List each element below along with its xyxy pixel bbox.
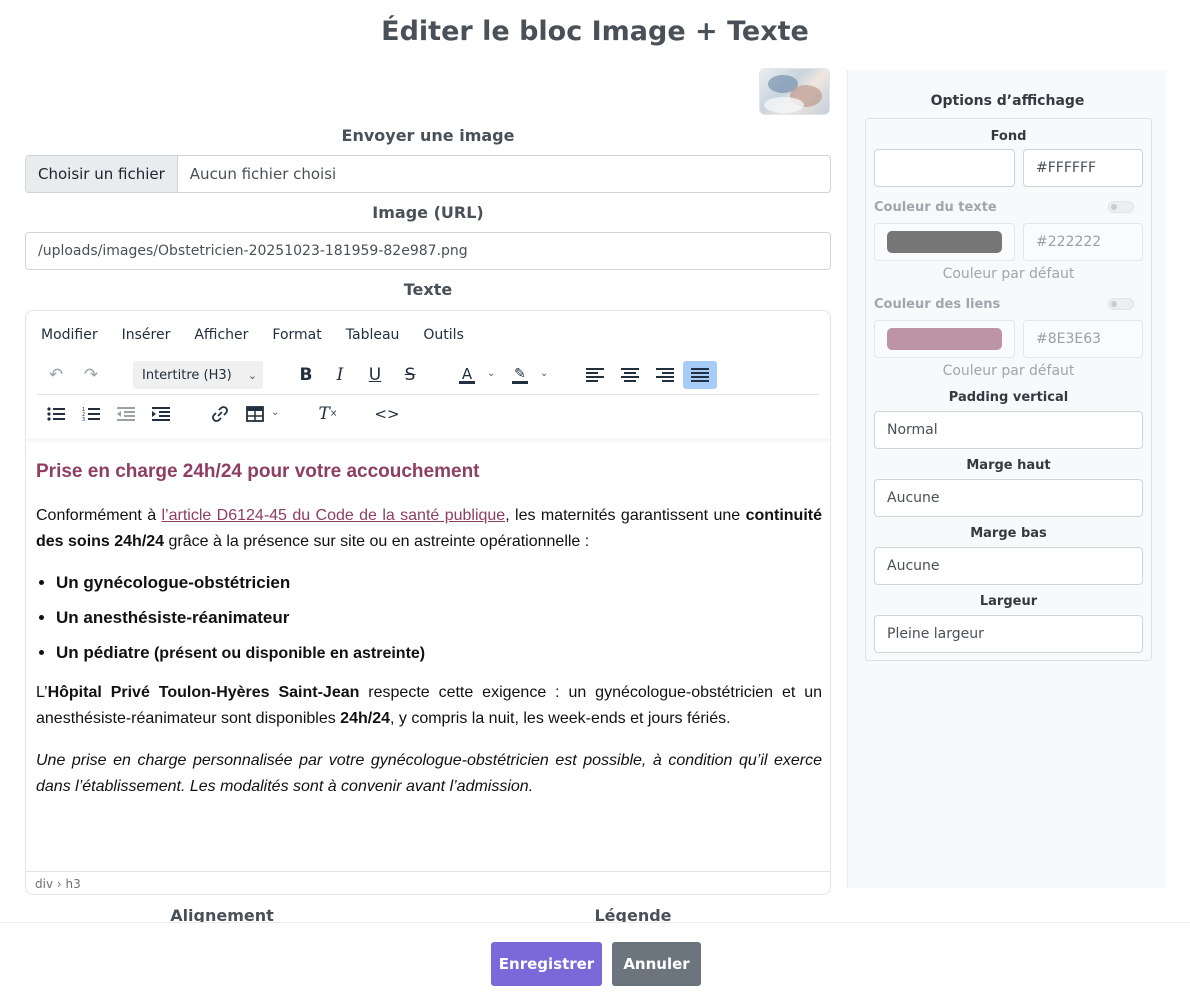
editor-statusbar[interactable]: div › h3 bbox=[26, 871, 830, 894]
text-color-label: Couleur du texte bbox=[874, 200, 997, 215]
text-color-toggle[interactable] bbox=[1108, 201, 1134, 213]
file-input[interactable]: Choisir un fichier Aucun fichier choisi bbox=[25, 155, 831, 193]
list-item: Un gynécologue-obstétricien bbox=[56, 571, 822, 595]
width-select[interactable]: Pleine largeur bbox=[874, 615, 1143, 653]
display-options-panel: Options d’affichage Fond #FFFFFF Couleur… bbox=[847, 70, 1166, 888]
highlight-chevron-icon[interactable]: ⌄ bbox=[540, 368, 548, 379]
bold-icon[interactable]: B bbox=[289, 361, 323, 389]
link-icon[interactable] bbox=[203, 400, 237, 428]
strikethrough-icon[interactable]: S bbox=[393, 361, 427, 389]
block-format-select[interactable]: Intertitre (H3) ⌄ bbox=[133, 361, 263, 389]
link-color-hint: Couleur par défaut bbox=[942, 363, 1075, 379]
align-right-icon[interactable] bbox=[648, 361, 682, 389]
link-color-label: Couleur des liens bbox=[874, 297, 1001, 312]
margin-bottom-label: Marge bas bbox=[970, 526, 1047, 541]
modal-footer: Enregistrer Annuler bbox=[0, 922, 1190, 995]
margin-top-label: Marge haut bbox=[966, 458, 1051, 473]
editor-toolbar: Modifier Insérer Afficher Format Tableau… bbox=[26, 311, 830, 439]
align-left-icon[interactable] bbox=[578, 361, 612, 389]
content-paragraph-3: Une prise en charge personnalisée par vo… bbox=[36, 752, 822, 795]
options-title: Options d’affichage bbox=[930, 93, 1085, 109]
editor-content[interactable]: Prise en charge 24h/24 pour votre accouc… bbox=[36, 451, 822, 816]
text-color-swatch bbox=[887, 231, 1002, 253]
content-heading: Prise en charge 24h/24 pour votre accouc… bbox=[36, 461, 480, 482]
underline-icon[interactable]: U bbox=[358, 361, 392, 389]
text-color-hex-input[interactable]: #222222 bbox=[1023, 223, 1143, 261]
upload-label: Envoyer une image bbox=[341, 126, 515, 145]
padding-select[interactable]: Normal bbox=[874, 411, 1143, 449]
outdent-icon[interactable] bbox=[109, 400, 143, 428]
bullet-list-icon[interactable] bbox=[39, 400, 73, 428]
text-color-hint: Couleur par défaut bbox=[942, 266, 1075, 282]
numbered-list-icon[interactable]: 123 bbox=[74, 400, 108, 428]
text-color-chevron-icon[interactable]: ⌄ bbox=[487, 368, 495, 379]
cancel-button[interactable]: Annuler bbox=[612, 942, 701, 986]
image-url-label: Image (URL) bbox=[372, 203, 484, 222]
options-box: Fond #FFFFFF Couleur du texte #222222 Co… bbox=[865, 118, 1152, 661]
background-hex-input[interactable]: #FFFFFF bbox=[1023, 149, 1143, 187]
menu-outils[interactable]: Outils bbox=[419, 327, 467, 343]
rich-text-editor[interactable]: Modifier Insérer Afficher Format Tableau… bbox=[25, 310, 831, 895]
menu-afficher[interactable]: Afficher bbox=[190, 327, 252, 343]
link-color-swatch bbox=[887, 328, 1002, 350]
redo-icon[interactable]: ↷ bbox=[74, 361, 108, 389]
modal-title: Éditer le bloc Image + Texte bbox=[381, 16, 809, 47]
text-color-icon[interactable]: A bbox=[450, 361, 484, 389]
menu-modifier[interactable]: Modifier bbox=[37, 327, 102, 343]
menu-tableau[interactable]: Tableau bbox=[342, 327, 404, 343]
choose-file-button[interactable]: Choisir un fichier bbox=[26, 156, 178, 192]
undo-icon[interactable]: ↶ bbox=[39, 361, 73, 389]
align-center-icon[interactable] bbox=[613, 361, 647, 389]
block-format-value: Intertitre (H3) bbox=[142, 367, 232, 383]
menu-format[interactable]: Format bbox=[268, 327, 325, 343]
content-list: Un gynécologue-obstétricien Un anesthési… bbox=[56, 571, 822, 666]
highlight-color-icon[interactable]: ✎ bbox=[503, 361, 537, 389]
menu-inserer[interactable]: Insérer bbox=[118, 327, 175, 343]
list-item: Un anesthésiste-réanimateur bbox=[56, 606, 822, 630]
svg-text:3: 3 bbox=[82, 417, 85, 421]
image-url-input[interactable] bbox=[25, 232, 831, 270]
source-code-icon[interactable]: <> bbox=[370, 400, 404, 428]
clear-formatting-icon[interactable]: T × bbox=[311, 400, 345, 428]
editor-menubar: Modifier Insérer Afficher Format Tableau… bbox=[37, 327, 484, 343]
margin-bottom-select[interactable]: Aucune bbox=[874, 547, 1143, 585]
link-color-hex-input[interactable]: #8E3E63 bbox=[1023, 320, 1143, 358]
chevron-down-icon: ⌄ bbox=[247, 368, 257, 382]
image-thumbnail bbox=[759, 68, 830, 115]
align-justify-icon[interactable] bbox=[683, 361, 717, 389]
save-button[interactable]: Enregistrer bbox=[491, 942, 602, 986]
content-link[interactable]: l’article D6124-45 du Code de la santé p… bbox=[162, 507, 506, 524]
italic-icon[interactable]: I bbox=[323, 361, 357, 389]
width-label: Largeur bbox=[979, 594, 1038, 609]
table-icon[interactable] bbox=[238, 400, 272, 428]
text-label: Texte bbox=[403, 280, 453, 299]
link-color-toggle[interactable] bbox=[1108, 298, 1134, 310]
padding-label: Padding vertical bbox=[948, 390, 1069, 405]
toolbar-divider bbox=[37, 394, 819, 395]
margin-top-select[interactable]: Aucune bbox=[874, 479, 1143, 517]
table-chevron-icon[interactable]: ⌄ bbox=[271, 407, 279, 418]
background-color-picker[interactable] bbox=[874, 149, 1015, 187]
content-paragraph-2: L’Hôpital Privé Toulon-Hyères Saint-Jean… bbox=[36, 684, 823, 727]
indent-icon[interactable] bbox=[144, 400, 178, 428]
list-item: Un pédiatre (présent ou disponible en as… bbox=[56, 641, 822, 666]
content-paragraph-1: Conformément à l’article D6124-45 du Cod… bbox=[36, 507, 822, 550]
background-label: Fond bbox=[990, 129, 1027, 144]
file-name-text: Aucun fichier choisi bbox=[189, 165, 337, 183]
